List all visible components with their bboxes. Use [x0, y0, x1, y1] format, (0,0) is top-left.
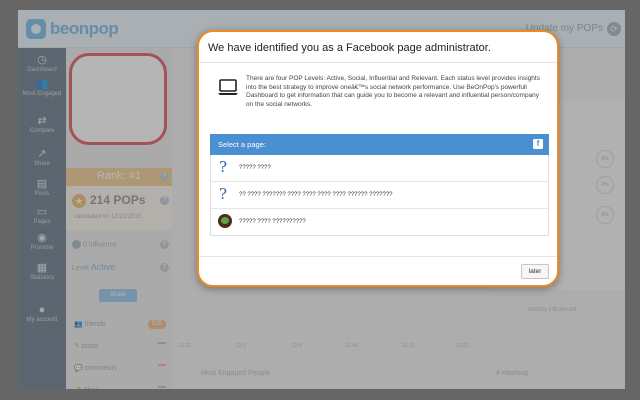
later-button[interactable]: later: [521, 264, 549, 279]
modal-title: We have identified you as a Facebook pag…: [208, 42, 491, 54]
page-item[interactable]: ? ????? ????: [211, 155, 548, 182]
page-admin-modal: We have identified you as a Facebook pag…: [197, 30, 559, 287]
laptop-icon: [218, 79, 238, 95]
question-icon: ?: [219, 185, 228, 203]
select-page-label: Select a page:: [218, 140, 266, 149]
page-list: ? ????? ???? ? ?? ???? ??????? ???? ????…: [210, 155, 549, 236]
question-icon: ?: [219, 158, 228, 176]
page-name: ?? ???? ??????? ???? ???? ???? ???? ????…: [239, 192, 393, 198]
modal-description: There are four POP Levels: Active, Socia…: [246, 75, 540, 108]
page-item[interactable]: ????? ???? ??????????: [211, 209, 548, 236]
page-item[interactable]: ? ?? ???? ??????? ???? ???? ???? ???? ??…: [211, 182, 548, 209]
page-name: ????? ???? ??????????: [239, 219, 306, 225]
page-avatar: [218, 214, 232, 228]
modal-footer-divider: [199, 256, 557, 257]
select-page-header: Select a page: f: [210, 134, 549, 155]
modal-divider: [199, 62, 557, 63]
facebook-icon: f: [533, 139, 543, 149]
page-name: ????? ????: [239, 165, 271, 171]
